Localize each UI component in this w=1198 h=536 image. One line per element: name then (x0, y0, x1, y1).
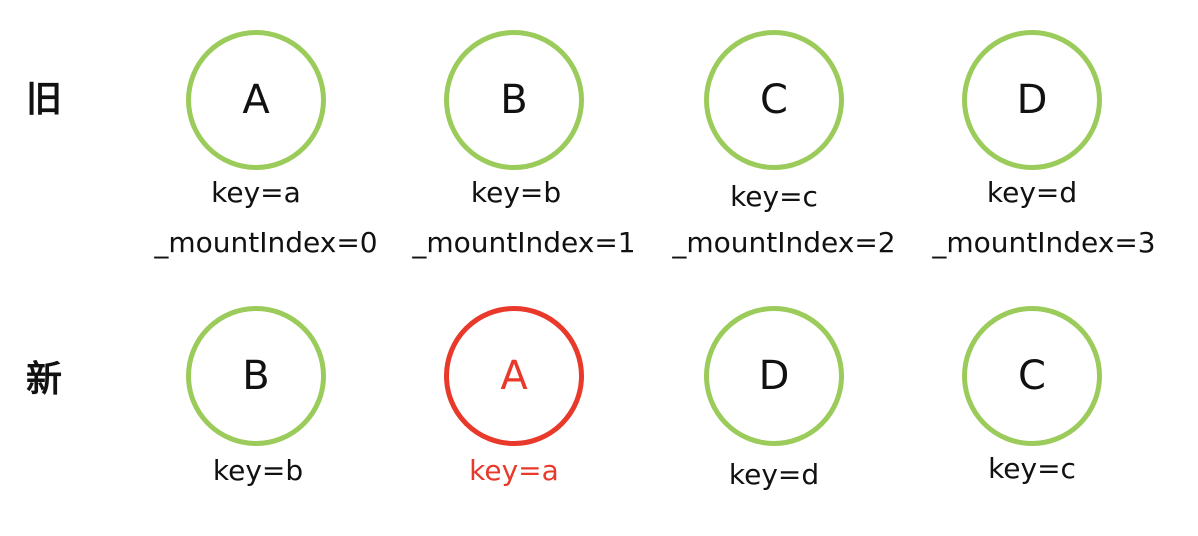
new-key-b: key=b (212, 454, 304, 487)
node-letter: D (1016, 77, 1048, 123)
old-row-label: 旧 (25, 79, 62, 120)
old-mount-index-a: _mountIndex=0 (154, 226, 378, 259)
old-key-a: key=a (211, 176, 301, 209)
old-key-c: key=c (730, 180, 818, 213)
old-node-c: C (704, 30, 844, 170)
old-mount-index-b: _mountIndex=1 (412, 226, 636, 259)
node-letter: C (760, 77, 788, 123)
old-mount-index-c: _mountIndex=2 (672, 226, 896, 259)
old-node-d: D (962, 30, 1102, 170)
old-node-b: B (444, 30, 584, 170)
node-letter: A (242, 77, 270, 123)
node-letter: B (500, 77, 528, 123)
new-key-a: key=a (469, 454, 559, 487)
new-key-c: key=c (988, 452, 1076, 485)
new-node-a: A (444, 306, 584, 446)
old-key-b: key=b (470, 176, 562, 209)
node-letter: C (1018, 353, 1046, 399)
new-node-c: C (962, 306, 1102, 446)
old-node-a: A (186, 30, 326, 170)
node-letter: A (500, 353, 528, 399)
old-key-d: key=d (986, 176, 1078, 209)
new-node-b: B (186, 306, 326, 446)
new-node-d: D (704, 306, 844, 446)
old-mount-index-d: _mountIndex=3 (932, 226, 1156, 259)
node-letter: D (758, 353, 790, 399)
node-letter: B (242, 353, 270, 399)
new-row-label: 新 (25, 359, 62, 400)
new-key-d: key=d (728, 458, 820, 491)
